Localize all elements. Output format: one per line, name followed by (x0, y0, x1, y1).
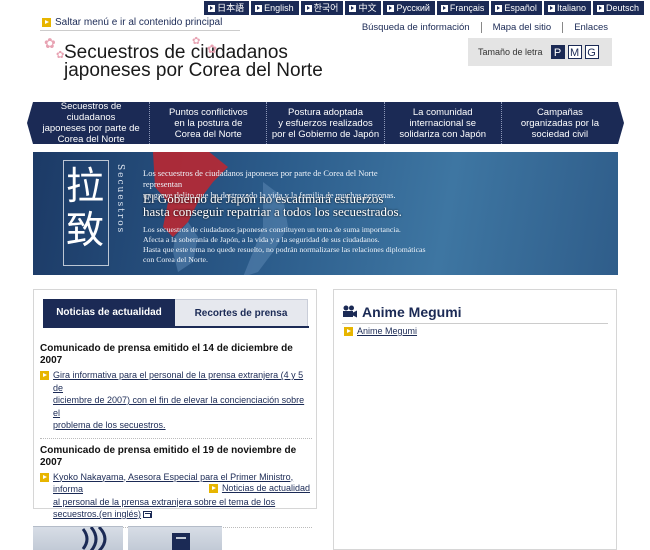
main-nav: Secuestros de ciudadanos japoneses por pa… (27, 101, 624, 145)
nav-item-government[interactable]: Postura adoptada y esfuerzos realizados po… (267, 102, 385, 144)
nav-item-international[interactable]: La comunidad internacional se solidariza c… (385, 102, 502, 144)
banner-body-text: Los secuestros de ciudadanos japoneses c… (143, 225, 426, 264)
news-list: Comunicado de prensa emitido el 14 de di… (40, 343, 312, 534)
anime-panel: Anime Megumi Anime Megumi (333, 289, 617, 550)
broadcast-icon (81, 525, 107, 550)
arrow-icon (208, 4, 216, 12)
arrow-icon (596, 4, 604, 12)
arrow-icon (304, 4, 312, 12)
utility-links: Búsqueda de información Mapa del sitio E… (351, 22, 608, 33)
tab-press-clippings[interactable]: Recortes de prensa (175, 299, 308, 326)
news-item-title: Comunicado de prensa emitido el 19 de no… (40, 444, 297, 468)
site-title: Secuestros de ciudadanos japoneses por C… (64, 42, 323, 81)
arrow-icon (255, 4, 263, 12)
arrow-icon (547, 4, 555, 12)
bottom-banner-tile[interactable] (33, 525, 123, 550)
skip-to-content-link[interactable]: Saltar menú e ir al contenido principal (42, 17, 222, 28)
banner-headline: El Gobierno de Japón no escatimará esfue… (143, 191, 402, 219)
film-camera-icon (343, 305, 357, 318)
hero-banner: 拉 致 Secuestros Los secuestros de ciudada… (33, 152, 618, 275)
font-size-control: Tamaño de letra P M G (468, 38, 612, 66)
language-bar: 日本語 English 한국어 中文 Русский Français Espa… (0, 0, 650, 17)
anime-link[interactable]: Anime Megumi (344, 326, 417, 336)
arrow-icon (387, 4, 395, 12)
font-size-label: Tamaño de letra (478, 47, 543, 57)
arrow-icon (440, 4, 448, 12)
banner-vertical-label: Secuestros (115, 164, 125, 235)
language-list: 日本語 English 한국어 中文 Русский Français Espa… (204, 1, 644, 15)
arrow-icon (40, 371, 49, 380)
lang-italian[interactable]: Italiano (543, 1, 591, 15)
anime-heading: Anime Megumi (342, 304, 462, 320)
blossom-icon: ✿ (207, 42, 218, 56)
util-link-links[interactable]: Enlaces (563, 22, 608, 33)
lang-english[interactable]: English (251, 1, 299, 15)
lang-french[interactable]: Français (436, 1, 490, 15)
blossom-icon: ✿ (192, 36, 201, 47)
tab-news[interactable]: Noticias de actualidad (43, 299, 175, 326)
blossom-icon: ✿ (44, 35, 56, 51)
news-item: Comunicado de prensa emitido el 14 de di… (40, 343, 312, 432)
news-more-link[interactable]: Noticias de actualidad (208, 483, 310, 493)
lang-japanese[interactable]: 日本語 (204, 1, 250, 15)
new-window-icon (143, 511, 153, 519)
bottom-banner-tile[interactable] (128, 526, 222, 550)
blossom-icon: ✿ (56, 50, 65, 61)
font-size-medium-button[interactable]: M (567, 45, 582, 59)
news-item-link[interactable]: Kyoko Nakayama, Asesora Especial para el… (40, 471, 312, 521)
lang-russian[interactable]: Русский (383, 1, 435, 15)
news-item-title: Comunicado de prensa emitido el 14 de di… (40, 343, 293, 366)
font-size-small-button[interactable]: P (550, 45, 565, 59)
font-size-large-button[interactable]: G (584, 45, 599, 59)
site-title-block[interactable]: ✿ ✿ ✿ ✿ Secuestros de ciudadanos japones… (42, 35, 323, 81)
nav-item-abductions[interactable]: Secuestros de ciudadanos japoneses por pa… (33, 101, 151, 145)
arrow-icon (495, 4, 503, 12)
util-link-search[interactable]: Búsqueda de información (351, 22, 481, 33)
lang-chinese[interactable]: 中文 (345, 1, 382, 15)
lang-korean[interactable]: 한국어 (300, 1, 344, 15)
banner-kanji: 致 (66, 208, 105, 252)
divider (342, 323, 608, 324)
nav-item-issues[interactable]: Puntos conflictivos en la postura de Corea… (150, 102, 268, 144)
util-link-sitemap[interactable]: Mapa del sitio (482, 22, 563, 33)
arrow-icon (40, 472, 49, 482)
lang-german[interactable]: Deutsch (592, 1, 644, 15)
banner-kanji: 拉 (66, 164, 105, 208)
arrow-icon (208, 483, 218, 493)
news-item-link[interactable]: Gira informativa para el personal de la … (40, 369, 312, 432)
tab-underline (43, 326, 309, 328)
arrow-icon (42, 18, 51, 27)
arrow-icon (349, 4, 357, 12)
arrow-icon (344, 326, 353, 336)
nav-item-campaigns[interactable]: Campañas organizadas por la sociedad civil (502, 102, 618, 144)
document-stack-icon (172, 533, 190, 550)
news-panel: Noticias de actualidad Recortes de prens… (33, 289, 317, 528)
divider (40, 437, 312, 439)
news-tabs: Noticias de actualidad Recortes de prens… (43, 299, 308, 326)
lang-spanish[interactable]: Español (491, 1, 542, 15)
divider (40, 30, 240, 31)
